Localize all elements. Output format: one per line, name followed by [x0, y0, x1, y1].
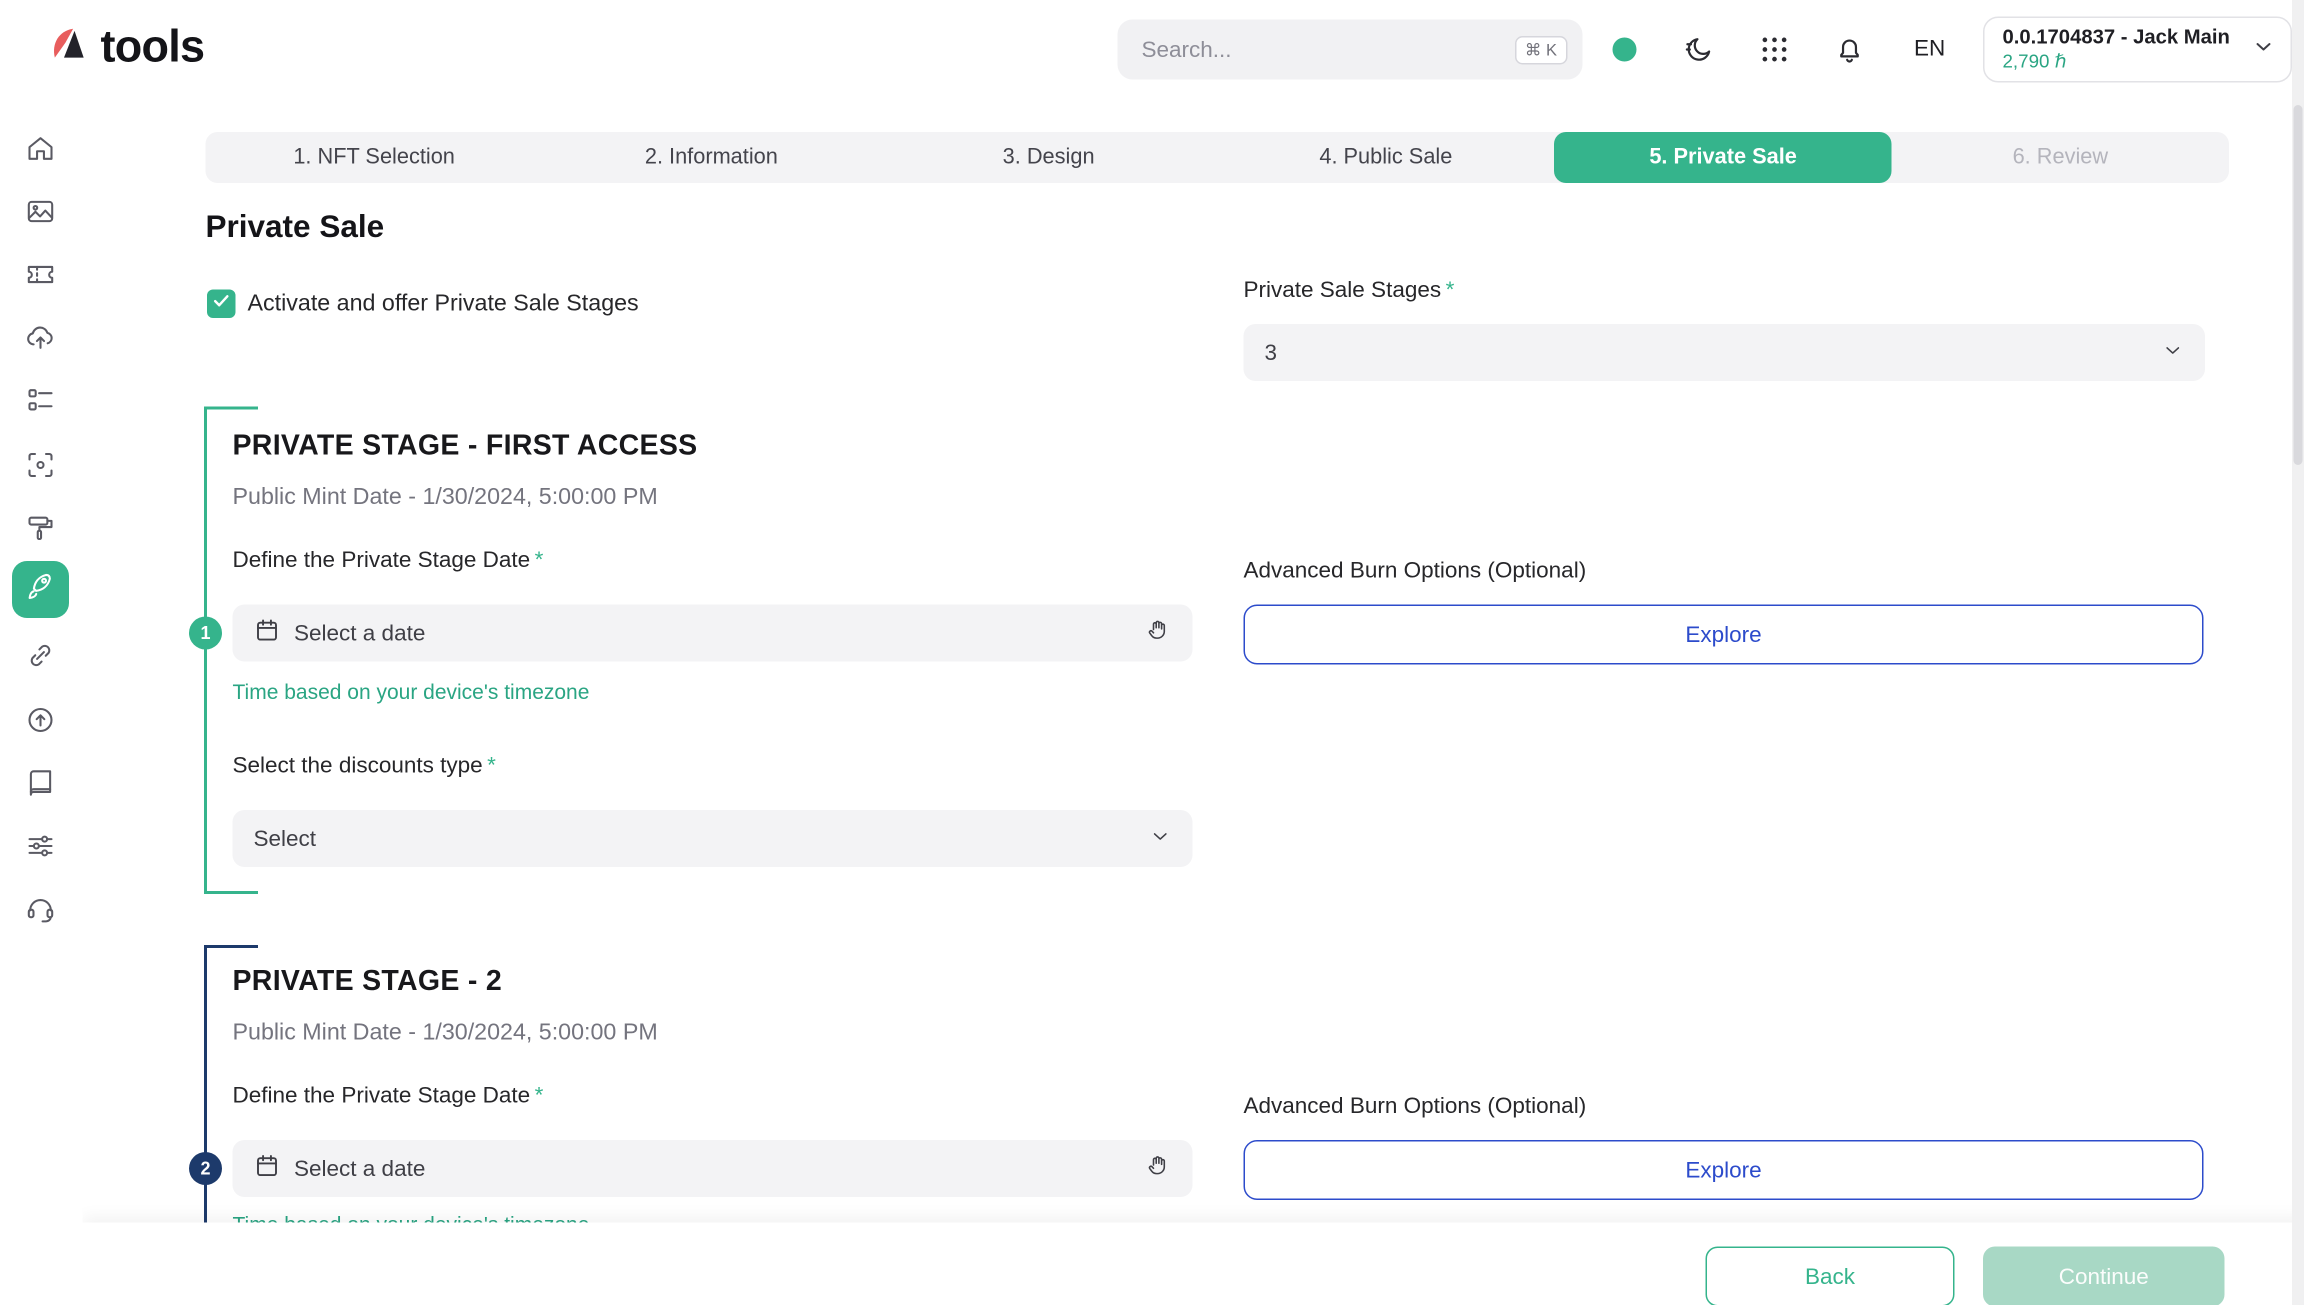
stage-2-explore-button[interactable]: Explore	[1244, 1140, 2204, 1200]
private-sale-stages-select[interactable]: 3	[1244, 324, 2206, 381]
chevron-down-icon	[2162, 338, 2185, 367]
footer-bar: Back Continue	[83, 1223, 2304, 1305]
search-bar[interactable]: ⌘ K	[1118, 20, 1583, 80]
paint-roller-icon	[24, 525, 57, 551]
stage-1-title: PRIVATE STAGE - FIRST ACCESS	[233, 431, 698, 464]
top-bar: tools ⌘ K	[0, 0, 2304, 99]
stage-2-title: PRIVATE STAGE - 2	[233, 966, 503, 999]
account-balance: 2,790 ℏ	[2003, 50, 2252, 73]
activate-checkbox-label: Activate and offer Private Sale Stages	[248, 291, 639, 318]
stage-1-date-input[interactable]: Select a date	[233, 605, 1193, 662]
app-logo[interactable]: tools	[45, 21, 204, 74]
stage-1-badge: 1	[189, 617, 222, 650]
sidebar-item-sliders[interactable]	[24, 830, 57, 863]
step-information[interactable]: 2. Information	[543, 132, 880, 183]
app: tools ⌘ K	[0, 0, 2304, 1305]
sidebar	[0, 99, 83, 1305]
stage-1-discount-label: Select the discounts type*	[233, 753, 496, 779]
account-menu[interactable]: 0.0.1704837 - Jack Main 2,790 ℏ	[1983, 17, 2292, 83]
logo-text: tools	[101, 22, 205, 73]
step-design[interactable]: 3. Design	[880, 132, 1217, 183]
apps-grid-icon[interactable]	[1758, 33, 1791, 66]
sidebar-item-gallery[interactable]	[24, 195, 57, 228]
select-placeholder: Select	[254, 826, 1150, 852]
step-private-sale[interactable]: 5. Private Sale	[1554, 132, 1891, 183]
stage-2-subtitle: Public Mint Date - 1/30/2024, 5:00:00 PM	[233, 1020, 658, 1047]
stage-2-burn-options-label: Advanced Burn Options (Optional)	[1244, 1094, 1587, 1120]
stage-1-date-label: Define the Private Stage Date*	[233, 548, 544, 574]
logo-icon	[45, 21, 90, 74]
stage-2-date-input[interactable]: Select a date	[233, 1140, 1193, 1197]
scan-icon	[24, 462, 57, 488]
stage-2-date-label: Define the Private Stage Date*	[233, 1083, 544, 1109]
page-title: Private Sale	[206, 210, 385, 246]
stepper: 1. NFT Selection 2. Information 3. Desig…	[206, 132, 2230, 183]
ticket-icon	[24, 272, 57, 298]
step-public-sale[interactable]: 4. Public Sale	[1217, 132, 1554, 183]
sidebar-item-cloud-upload[interactable]	[24, 321, 57, 354]
activate-private-sale-checkbox[interactable]	[207, 290, 236, 319]
hand-icon	[1145, 617, 1172, 650]
search-input[interactable]	[1142, 37, 1515, 63]
check-icon	[212, 290, 232, 317]
stage-1-timezone-note: Time based on your device's timezone	[233, 680, 590, 704]
sliders-icon	[24, 843, 57, 869]
chevron-down-icon	[2252, 34, 2276, 66]
link-icon	[24, 653, 57, 679]
sidebar-item-home[interactable]	[24, 132, 57, 165]
account-id: 0.0.1704837 - Jack Main	[2003, 25, 2252, 50]
sidebar-item-link[interactable]	[24, 639, 57, 672]
cloud-upload-icon	[24, 335, 57, 361]
notifications-bell-icon[interactable]	[1833, 33, 1866, 66]
stage-1-explore-button[interactable]: Explore	[1244, 605, 2204, 665]
date-placeholder: Select a date	[294, 1156, 1145, 1182]
required-marker: *	[535, 1083, 544, 1109]
continue-button[interactable]: Continue	[1983, 1247, 2225, 1305]
required-marker: *	[535, 548, 544, 574]
sidebar-item-support[interactable]	[24, 893, 57, 926]
sidebar-item-ticket[interactable]	[24, 258, 57, 291]
sidebar-item-checklist[interactable]	[24, 384, 57, 417]
sidebar-item-launchpad[interactable]	[12, 561, 69, 618]
sidebar-item-book[interactable]	[24, 767, 57, 800]
step-review[interactable]: 6. Review	[1892, 132, 2229, 183]
private-sale-stages-label: Private Sale Stages*	[1244, 278, 1455, 304]
theme-toggle-icon[interactable]	[1683, 33, 1716, 66]
sidebar-item-paint-roller[interactable]	[24, 512, 57, 545]
step-nft-selection[interactable]: 1. NFT Selection	[206, 132, 543, 183]
required-marker: *	[487, 753, 496, 779]
stage-2-badge: 2	[189, 1152, 222, 1185]
required-marker: *	[1446, 278, 1455, 304]
language-selector[interactable]: EN	[1914, 36, 1945, 62]
stage-1-burn-options-label: Advanced Burn Options (Optional)	[1244, 558, 1587, 584]
sidebar-item-upload[interactable]	[24, 704, 57, 737]
select-value: 3	[1265, 340, 2162, 366]
home-icon	[24, 146, 57, 172]
book-icon	[24, 780, 57, 806]
connection-status-dot	[1613, 38, 1637, 62]
calendar-icon	[254, 1152, 295, 1185]
date-placeholder: Select a date	[294, 620, 1145, 646]
calendar-icon	[254, 617, 295, 650]
chevron-down-icon	[1149, 824, 1172, 853]
back-button[interactable]: Back	[1706, 1247, 1955, 1305]
stage-1-discount-select[interactable]: Select	[233, 810, 1193, 867]
headset-icon	[24, 906, 57, 932]
scrollbar-thumb[interactable]	[2294, 105, 2303, 465]
sidebar-item-scan[interactable]	[24, 449, 57, 482]
checklist-icon	[24, 398, 57, 424]
upload-circle-icon	[24, 717, 57, 743]
scrollbar[interactable]	[2292, 0, 2304, 1305]
gallery-icon	[24, 209, 57, 235]
rocket-icon	[24, 569, 57, 610]
search-shortcut-badge: ⌘ K	[1514, 35, 1567, 64]
stage-1-subtitle: Public Mint Date - 1/30/2024, 5:00:00 PM	[233, 485, 658, 512]
hand-icon	[1145, 1152, 1172, 1185]
